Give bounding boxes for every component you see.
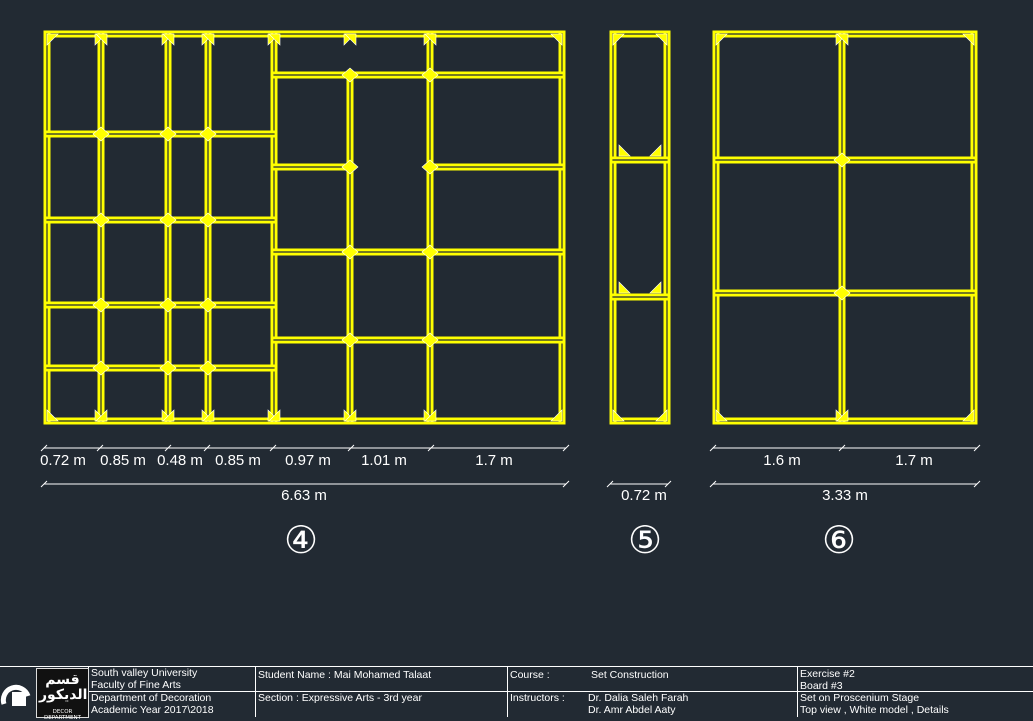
dim-4-seg-5: 0.97 m [285, 452, 331, 469]
drawing-subject: Set on Proscenium Stage [800, 692, 920, 704]
frame-4-gusset [199, 126, 217, 142]
course-label: Course : [510, 669, 550, 681]
frame-4-corner-block [46, 409, 59, 422]
department-logo: قسم الديكور DECOR DEPARTMENT [36, 668, 89, 721]
panel-5-dimensions: 0.72 m ⑤ [621, 487, 667, 562]
instructor-1: Dr. Dalia Saleh Farah [588, 692, 689, 704]
dim-4-seg-7: 1.7 m [475, 452, 513, 469]
frame-5-corner-block [655, 409, 668, 422]
frame-4-gusset [92, 212, 110, 228]
frame-4-gusset [159, 360, 177, 376]
faculty-name: Faculty of Fine Arts [91, 679, 181, 691]
frame-4-gusset [421, 67, 439, 83]
panel-6-dimensions: 1.6 m 1.7 m 3.33 m ⑥ [763, 452, 933, 562]
frame-4-corner-block [550, 33, 563, 46]
frame-4-gusset [199, 297, 217, 313]
dim-4-seg-6: 1.01 m [361, 452, 407, 469]
dim-6-total: 3.33 m [822, 487, 868, 504]
frame-5-tee [649, 281, 662, 294]
dim-6-seg-2: 1.7 m [895, 452, 933, 469]
frame-5-corner-block [612, 409, 625, 422]
flat-frames [43, 30, 978, 425]
drawing-views: Top view , White model , Details [800, 704, 949, 716]
department-name: Department of Decoration [91, 692, 212, 704]
department-logo-text: قسم الديكور [39, 672, 88, 703]
frame-4-gusset [341, 159, 359, 175]
frame-4-gusset [341, 332, 359, 348]
panel-5-number: ⑤ [628, 518, 662, 562]
panel-4-dimensions: 0.72 m 0.85 m 0.48 m 0.85 m 0.97 m 1.01 … [40, 452, 513, 562]
frame-6-corner-block [715, 33, 728, 46]
exercise-number: Exercise #2 [800, 668, 855, 680]
panel-4-number: ④ [284, 518, 318, 562]
frame-6-corner-block [962, 33, 975, 46]
instructor-2: Dr. Amr Abdel Aaty [588, 704, 676, 716]
board-number: Board #3 [800, 680, 843, 692]
technical-drawing: 0.72 m 0.85 m 0.48 m 0.85 m 0.97 m 1.01 … [40, 30, 981, 562]
department-logo-subtitle: DECOR DEPARTMENT [44, 709, 81, 721]
course-name: Set Construction [591, 669, 669, 681]
dim-6-seg-1: 1.6 m [763, 452, 801, 469]
frame-4-gusset [92, 297, 110, 313]
frame-4-gusset [341, 67, 359, 83]
frame-4-gusset [159, 297, 177, 313]
frame-4-corner-block [46, 33, 59, 46]
university-name: South valley University [91, 667, 198, 679]
dim-4-seg-1: 0.72 m [40, 452, 86, 469]
instructors-label: Instructors : [510, 692, 565, 704]
dim-4-seg-3: 0.48 m [157, 452, 203, 469]
frame-6-corner-block [715, 409, 728, 422]
frame-6-gusset [833, 152, 851, 168]
frame-4-gusset [159, 212, 177, 228]
frame-5-corner-block [655, 33, 668, 46]
title-block: قسم الديكور DECOR DEPARTMENT South valle… [0, 666, 1033, 721]
dim-4-total: 6.63 m [281, 487, 327, 504]
frame-4-gusset [92, 360, 110, 376]
frame-5-corner-block [612, 33, 625, 46]
frame-5-tee [618, 144, 631, 157]
frame-6-gusset [833, 285, 851, 301]
frame-5-tee [649, 144, 662, 157]
academic-year: Academic Year 2017\2018 [91, 704, 214, 716]
dim-4-seg-2: 0.85 m [100, 452, 146, 469]
frame-4-gusset [92, 126, 110, 142]
frame-4-gusset [199, 360, 217, 376]
frame-4-gusset [421, 244, 439, 260]
university-logo-icon [0, 684, 31, 706]
panel-6-number: ⑥ [822, 518, 856, 562]
frame-4-gusset [341, 244, 359, 260]
frame-4-gusset [159, 126, 177, 142]
frame-4-gusset [199, 212, 217, 228]
frame-4-corner-block [550, 409, 563, 422]
frame-4-gusset [421, 159, 439, 175]
frame-4-gusset [421, 332, 439, 348]
frame-6-corner-block [962, 409, 975, 422]
dim-4-seg-4: 0.85 m [215, 452, 261, 469]
student-name: Student Name : Mai Mohamed Talaat [258, 669, 432, 681]
section: Section : Expressive Arts - 3rd year [258, 692, 422, 704]
frame-5-tee [618, 281, 631, 294]
dim-5-total: 0.72 m [621, 487, 667, 504]
